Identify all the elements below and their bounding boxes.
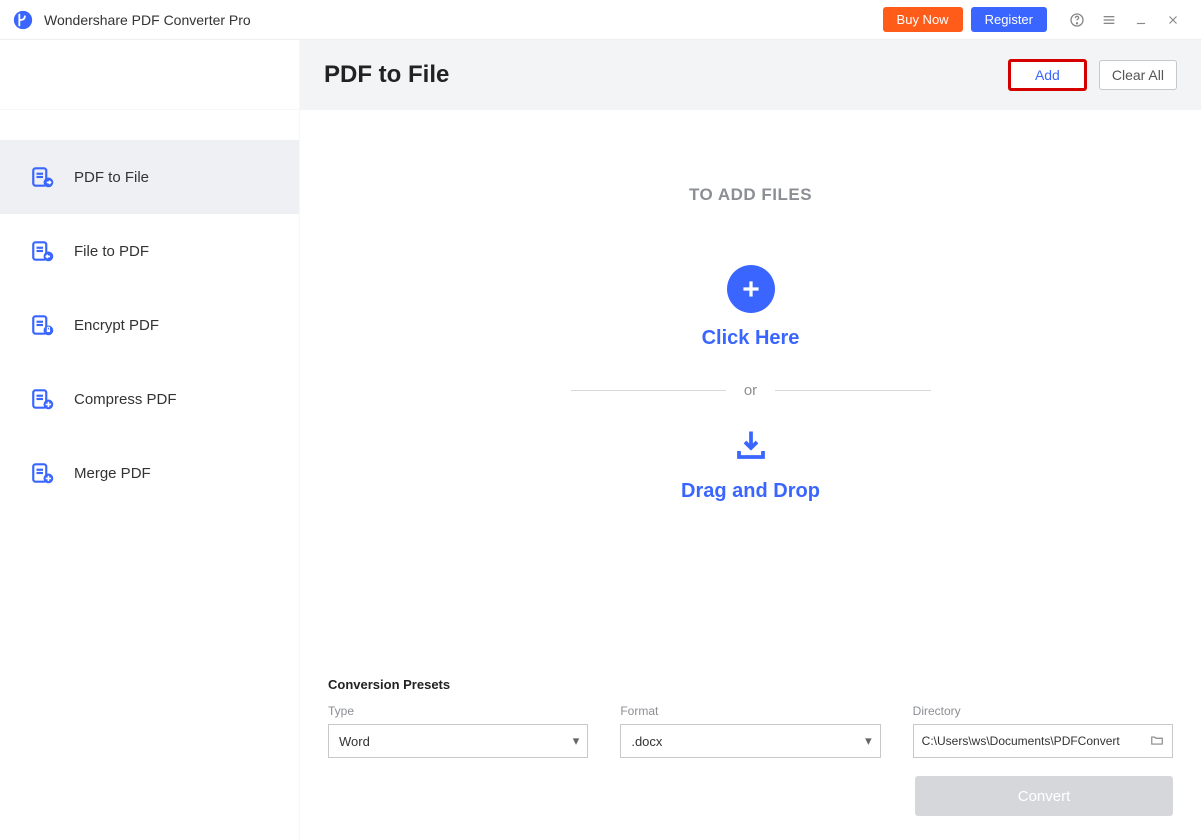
app-title: Wondershare PDF Converter Pro (44, 12, 251, 28)
chevron-down-icon: ▾ (865, 733, 872, 749)
type-select[interactable]: Word ▾ (328, 724, 588, 758)
encrypt-pdf-icon (30, 312, 56, 338)
titlebar: Wondershare PDF Converter Pro Buy Now Re… (0, 0, 1201, 40)
format-label: Format (620, 704, 880, 718)
main-panel: PDF to File Add Clear All TO ADD FILES C… (300, 40, 1201, 840)
or-label: or (744, 382, 757, 399)
format-value: .docx (631, 734, 662, 749)
type-value: Word (339, 734, 370, 749)
app-logo-icon (12, 9, 34, 31)
file-to-pdf-icon (30, 238, 56, 264)
sidebar-item-label: File to PDF (74, 243, 149, 260)
close-icon[interactable] (1163, 10, 1183, 30)
directory-label: Directory (913, 704, 1173, 718)
sidebar-item-label: Merge PDF (74, 465, 151, 482)
minimize-icon[interactable] (1131, 10, 1151, 30)
help-icon[interactable] (1067, 10, 1087, 30)
compress-pdf-icon (30, 386, 56, 412)
sidebar-item-label: PDF to File (74, 169, 149, 186)
page-title: PDF to File (324, 61, 1008, 89)
sidebar-item-encrypt-pdf[interactable]: Encrypt PDF (0, 288, 299, 362)
page-header: PDF to File Add Clear All (300, 40, 1201, 110)
sidebar: PDF to File File to PDF Encrypt PDF Comp… (0, 40, 300, 840)
sidebar-item-pdf-to-file[interactable]: PDF to File (0, 140, 299, 214)
chevron-down-icon: ▾ (573, 733, 580, 749)
menu-icon[interactable] (1099, 10, 1119, 30)
sidebar-item-file-to-pdf[interactable]: File to PDF (0, 214, 299, 288)
type-label: Type (328, 704, 588, 718)
sidebar-item-compress-pdf[interactable]: Compress PDF (0, 362, 299, 436)
directory-field[interactable]: C:\Users\ws\Documents\PDFConvert (913, 724, 1173, 758)
format-select[interactable]: .docx ▾ (620, 724, 880, 758)
directory-value: C:\Users\ws\Documents\PDFConvert (922, 734, 1120, 748)
presets-title: Conversion Presets (328, 677, 1173, 692)
convert-button[interactable]: Convert (915, 776, 1173, 816)
clear-all-button[interactable]: Clear All (1099, 60, 1177, 90)
sidebar-item-label: Encrypt PDF (74, 317, 159, 334)
click-here-link[interactable]: Click Here (702, 327, 800, 350)
folder-browse-icon[interactable] (1150, 733, 1164, 750)
drag-drop-label: Drag and Drop (681, 480, 820, 503)
conversion-presets: Conversion Presets Type Word ▾ Format .d… (300, 677, 1201, 840)
dropzone-title: TO ADD FILES (689, 185, 812, 205)
add-button[interactable]: Add (1008, 59, 1087, 91)
buy-now-button[interactable]: Buy Now (883, 7, 963, 32)
download-tray-icon (730, 427, 772, 468)
pdf-to-file-icon (30, 164, 56, 190)
merge-pdf-icon (30, 460, 56, 486)
add-files-plus-icon[interactable] (727, 265, 775, 313)
sidebar-item-label: Compress PDF (74, 391, 177, 408)
register-button[interactable]: Register (971, 7, 1047, 32)
sidebar-item-merge-pdf[interactable]: Merge PDF (0, 436, 299, 510)
or-divider: or (571, 382, 931, 399)
dropzone[interactable]: TO ADD FILES Click Here or Drag and Drop (300, 110, 1201, 677)
